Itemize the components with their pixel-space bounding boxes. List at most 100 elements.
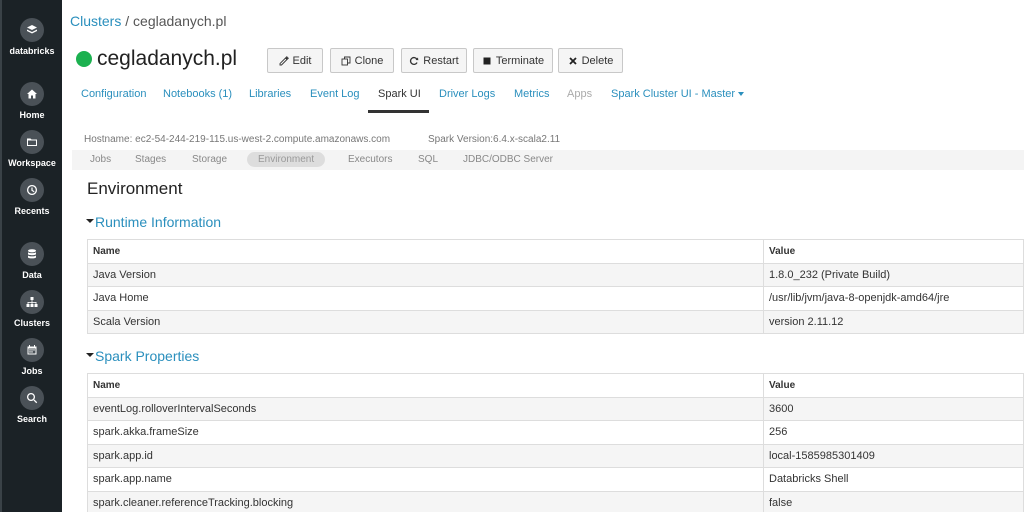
subtab-stages[interactable]: Stages — [135, 154, 166, 165]
spark-properties-section-toggle[interactable]: Spark Properties — [86, 348, 199, 364]
caret-down-icon — [86, 219, 94, 224]
sidebar-item-label: Data — [22, 270, 42, 280]
delete-button[interactable]: Delete — [558, 48, 623, 73]
terminate-button[interactable]: Terminate — [473, 48, 553, 73]
home-icon — [20, 82, 44, 106]
active-tab-indicator — [368, 110, 429, 113]
subtab-jdbc-odbc[interactable]: JDBC/ODBC Server — [463, 154, 553, 165]
sidebar-item-workspace[interactable]: Workspace — [2, 130, 62, 168]
tab-driver-logs[interactable]: Driver Logs — [439, 88, 495, 100]
edit-button[interactable]: Edit — [267, 48, 323, 73]
refresh-icon — [409, 56, 419, 66]
sidebar-item-label: Search — [16, 414, 48, 424]
subtab-executors[interactable]: Executors — [348, 154, 392, 165]
cluster-header: cegladanych.pl — [76, 47, 237, 71]
clone-button-label: Clone — [354, 54, 384, 67]
column-header-value[interactable]: Value — [763, 373, 1024, 398]
delete-button-label: Delete — [581, 54, 614, 67]
stop-icon — [482, 56, 492, 66]
table-row: Java Version 1.8.0_232 (Private Build) — [87, 262, 1024, 287]
breadcrumb-clusters-link[interactable]: Clusters — [70, 13, 121, 29]
database-icon — [20, 242, 44, 266]
row-name: spark.akka.frameSize — [87, 420, 764, 445]
spark-properties-section-title: Spark Properties — [95, 348, 200, 364]
runtime-section-toggle[interactable]: Runtime Information — [86, 214, 221, 230]
subtab-environment[interactable]: Environment — [247, 152, 326, 167]
table-row: Scala Version version 2.11.12 — [87, 309, 1024, 334]
cluster-name: cegladanych.pl — [97, 47, 238, 70]
table-row: spark.cleaner.referenceTracking.blocking… — [87, 490, 1024, 512]
clone-button[interactable]: Clone — [330, 48, 394, 73]
sidebar-item-clusters[interactable]: Clusters — [2, 290, 62, 328]
row-name: spark.app.id — [87, 443, 764, 468]
row-value: 3600 — [763, 396, 1024, 421]
row-value: local-1585985301409 — [763, 443, 1024, 468]
left-sidebar: databricks Home Workspace Recents Data C… — [0, 0, 62, 512]
table-row: eventLog.rolloverIntervalSeconds 3600 — [87, 396, 1024, 421]
table-header-row: Name Value — [87, 373, 1024, 398]
column-header-value[interactable]: Value — [763, 239, 1024, 264]
column-header-name[interactable]: Name — [87, 373, 764, 398]
sidebar-item-search[interactable]: Search — [2, 386, 62, 424]
tab-notebooks[interactable]: Notebooks (1) — [163, 88, 232, 100]
databricks-logo-icon — [20, 18, 44, 42]
subtab-sql[interactable]: SQL — [418, 154, 438, 165]
row-name: eventLog.rolloverIntervalSeconds — [87, 396, 764, 421]
row-value: Databricks Shell — [763, 467, 1024, 492]
tab-spark-cluster-ui[interactable]: Spark Cluster UI - Master — [611, 88, 745, 100]
cluster-tabs: Configuration Notebooks (1) Libraries Ev… — [62, 80, 1024, 114]
tab-configuration[interactable]: Configuration — [81, 88, 146, 100]
main-content: Clusters / cegladanych.pl cegladanych.pl… — [62, 0, 1024, 512]
sidebar-item-label: Home — [19, 110, 45, 120]
subtab-storage[interactable]: Storage — [192, 154, 227, 165]
copy-icon — [341, 56, 351, 66]
breadcrumb-separator: / — [121, 13, 134, 29]
restart-button-label: Restart — [423, 54, 459, 67]
table-header-row: Name Value — [87, 239, 1024, 264]
page-title: Environment — [87, 179, 183, 198]
tab-libraries[interactable]: Libraries — [249, 88, 291, 100]
databricks-logo[interactable]: databricks — [2, 18, 62, 56]
sidebar-item-jobs[interactable]: Jobs — [2, 338, 62, 376]
sidebar-item-label: Workspace — [8, 158, 56, 168]
terminate-button-label: Terminate — [495, 54, 545, 67]
row-name: Java Version — [87, 262, 764, 287]
folder-icon — [20, 130, 44, 154]
pencil-icon — [279, 55, 289, 66]
sidebar-item-home[interactable]: Home — [2, 82, 62, 120]
row-value: 1.8.0_232 (Private Build) — [763, 262, 1024, 287]
clusters-icon — [20, 290, 44, 314]
tab-metrics[interactable]: Metrics — [514, 88, 549, 100]
tab-event-log[interactable]: Event Log — [310, 88, 360, 100]
row-name: Java Home — [87, 286, 764, 311]
sidebar-item-data[interactable]: Data — [2, 242, 62, 280]
row-name: spark.cleaner.referenceTracking.blocking — [87, 490, 764, 512]
tab-spark-cluster-ui-label: Spark Cluster UI - Master — [611, 88, 736, 100]
table-row: spark.app.id local-1585985301409 — [87, 443, 1024, 468]
spark-properties-table: Name Value eventLog.rolloverIntervalSeco… — [87, 373, 1024, 512]
search-icon — [20, 386, 44, 410]
breadcrumb: Clusters / cegladanych.pl — [70, 13, 226, 29]
clock-icon — [20, 178, 44, 202]
tab-apps[interactable]: Apps — [567, 88, 592, 100]
tab-spark-ui[interactable]: Spark UI — [378, 88, 421, 100]
runtime-table: Name Value Java Version 1.8.0_232 (Priva… — [87, 239, 1024, 334]
row-value: /usr/lib/jvm/java-8-openjdk-amd64/jre — [763, 286, 1024, 311]
row-name: Scala Version — [87, 309, 764, 334]
column-header-name[interactable]: Name — [87, 239, 764, 264]
spark-hostname: Hostname: ec2-54-244-219-115.us-west-2.c… — [84, 134, 391, 145]
caret-down-icon — [738, 92, 745, 97]
restart-button[interactable]: Restart — [401, 48, 467, 73]
breadcrumb-current: cegladanych.pl — [133, 13, 227, 29]
cluster-status-dot — [76, 51, 92, 67]
sidebar-item-recents[interactable]: Recents — [2, 178, 62, 216]
sidebar-item-label: Recents — [14, 206, 50, 216]
edit-button-label: Edit — [292, 54, 312, 67]
row-value: 256 — [763, 420, 1024, 445]
spark-version: Spark Version:6.4.x-scala2.11 — [428, 134, 561, 145]
subtab-jobs[interactable]: Jobs — [90, 154, 111, 165]
row-name: spark.app.name — [87, 467, 764, 492]
calendar-icon — [20, 338, 44, 362]
sidebar-item-label: Clusters — [13, 318, 50, 328]
spark-ui-subnav: Jobs Stages Storage Environment Executor… — [72, 150, 1024, 170]
